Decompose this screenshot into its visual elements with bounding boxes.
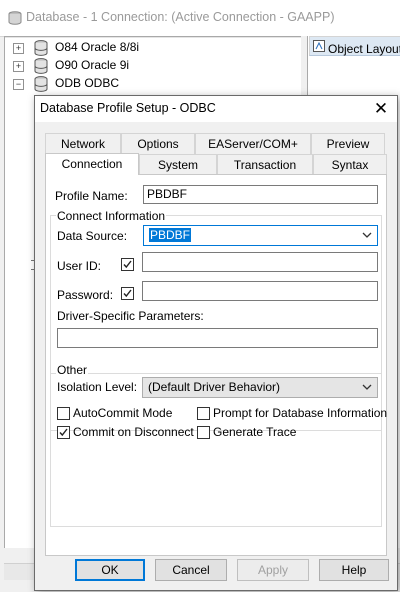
tab-options[interactable]: Options — [121, 133, 195, 154]
database-icon — [8, 11, 22, 25]
tree-divider — [5, 37, 302, 38]
checkmark-icon — [123, 289, 132, 298]
isolation-level-label: Isolation Level: — [57, 380, 138, 394]
app-title: Database - 1 Connection: (Active Connect… — [26, 10, 335, 24]
apply-button[interactable]: Apply — [237, 559, 309, 581]
connection-tab-panel: Profile Name: PBDBF Connect Information … — [45, 174, 387, 556]
other-label: Other — [56, 363, 89, 377]
tree-item-label: O90 Oracle 9i — [55, 58, 130, 72]
database-icon — [34, 76, 48, 92]
dialog-title: Database Profile Setup - ODBC — [40, 101, 216, 115]
expand-icon[interactable]: + — [13, 61, 24, 72]
password-label: Password: — [57, 288, 114, 302]
password-input[interactable] — [142, 281, 378, 301]
database-icon — [34, 58, 48, 74]
autocommit-label: AutoCommit Mode — [73, 406, 173, 420]
cancel-button[interactable]: Cancel — [155, 559, 227, 581]
app-title-bar: Database - 1 Connection: (Active Connect… — [0, 0, 400, 37]
driver-params-label: Driver-Specific Parameters: — [57, 309, 204, 323]
expand-icon[interactable]: + — [13, 43, 24, 54]
tab-network[interactable]: Network — [45, 133, 121, 154]
profile-setup-dialog: Database Profile Setup - ODBC ✕ Network … — [34, 95, 398, 591]
isolation-level-select[interactable]: (Default Driver Behavior) — [142, 377, 378, 398]
commit-on-disconnect-checkbox[interactable] — [57, 426, 70, 439]
prompt-db-info-checkbox[interactable] — [197, 407, 210, 420]
data-source-value: PBDBF — [149, 228, 192, 242]
checkmark-icon — [59, 428, 68, 437]
commit-on-disconnect-label: Commit on Disconnect — [73, 425, 194, 439]
tab-transaction[interactable]: Transaction — [217, 154, 313, 175]
dialog-title-bar[interactable]: Database Profile Setup - ODBC ✕ — [35, 96, 397, 122]
chevron-down-icon — [362, 384, 372, 390]
database-icon — [34, 40, 48, 56]
checkmark-icon — [123, 260, 132, 269]
connect-info-label: Connect Information — [56, 209, 167, 223]
user-id-input[interactable] — [142, 252, 378, 272]
user-id-checkbox[interactable] — [121, 258, 134, 271]
tab-system[interactable]: System — [139, 154, 217, 175]
object-layout-tab[interactable]: Object Layout (D — [309, 36, 400, 56]
tab-connection[interactable]: Connection — [45, 153, 139, 175]
generate-trace-label: Generate Trace — [213, 425, 297, 439]
tab-preview[interactable]: Preview — [311, 133, 385, 154]
data-source-select[interactable]: PBDBF — [143, 225, 378, 246]
object-layout-tab-label: Object Layout (D — [328, 42, 400, 56]
close-icon[interactable]: ✕ — [365, 96, 397, 122]
tree-item-label: ODB ODBC — [55, 76, 120, 90]
ok-button[interactable]: OK — [75, 559, 145, 581]
tab-easerver[interactable]: EAServer/COM+ — [195, 133, 311, 154]
generate-trace-checkbox[interactable] — [197, 426, 210, 439]
password-checkbox[interactable] — [121, 287, 134, 300]
user-id-label: User ID: — [57, 259, 102, 273]
tab-syntax[interactable]: Syntax — [313, 154, 387, 175]
prompt-db-info-label: Prompt for Database Information — [213, 406, 388, 420]
data-source-label: Data Source: — [57, 229, 128, 243]
driver-params-input[interactable] — [57, 328, 378, 348]
tree-item-label: O84 Oracle 8/8i — [55, 40, 140, 54]
profile-name-input[interactable]: PBDBF — [143, 185, 378, 204]
help-button[interactable]: Help — [319, 559, 389, 581]
isolation-level-value: (Default Driver Behavior) — [148, 380, 281, 394]
chevron-down-icon — [362, 232, 372, 238]
collapse-icon[interactable]: − — [13, 79, 24, 90]
autocommit-checkbox[interactable] — [57, 407, 70, 420]
layout-icon — [313, 40, 325, 52]
profile-name-label: Profile Name: — [55, 189, 128, 203]
